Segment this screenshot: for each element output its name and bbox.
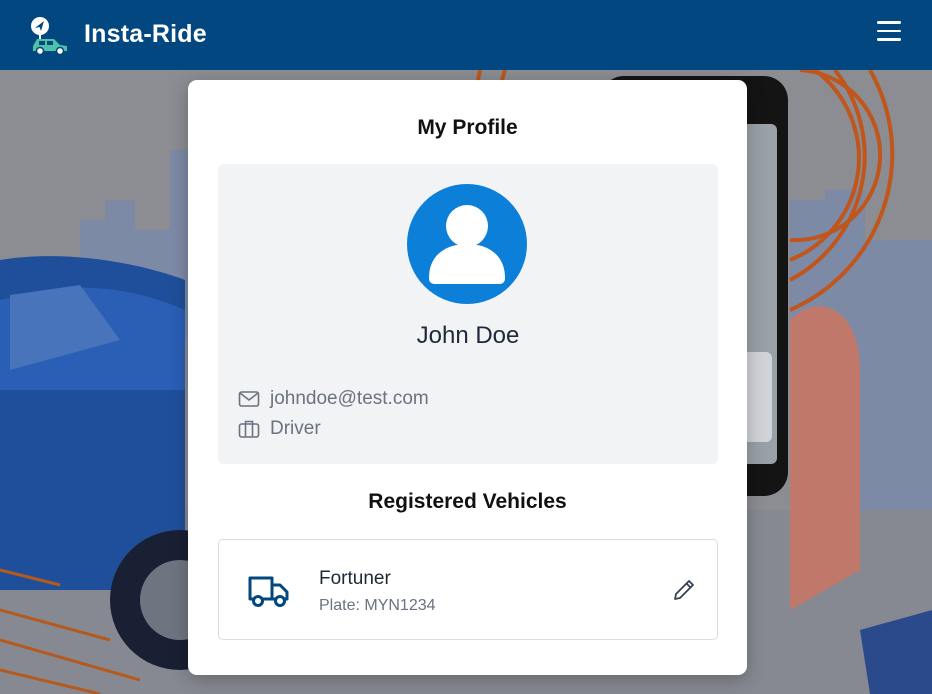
- truck-icon: [247, 570, 291, 610]
- email-row: johndoe@test.com: [238, 388, 429, 410]
- app-header: Insta-Ride: [0, 0, 932, 70]
- vehicle-name: Fortuner: [319, 568, 391, 589]
- profile-card: My Profile John Doe johndoe@test.com Dri…: [188, 80, 747, 675]
- user-avatar-icon: [407, 184, 527, 304]
- vehicle-plate: Plate: MYN1234: [319, 597, 436, 614]
- profile-panel: John Doe johndoe@test.com Driver: [218, 164, 718, 464]
- vehicles-heading: Registered Vehicles: [368, 490, 567, 513]
- profile-role: Driver: [270, 418, 321, 439]
- hamburger-menu-icon[interactable]: [877, 21, 903, 43]
- app-brand[interactable]: Insta-Ride: [84, 20, 207, 49]
- profile-heading: My Profile: [417, 116, 518, 139]
- car-location-icon[interactable]: [29, 16, 69, 56]
- vehicle-item[interactable]: Fortuner Plate: MYN1234: [218, 539, 718, 640]
- profile-email: johndoe@test.com: [270, 388, 429, 409]
- pencil-icon[interactable]: [671, 577, 697, 603]
- profile-name: John Doe: [416, 322, 520, 349]
- mail-icon: [238, 388, 260, 410]
- briefcase-icon: [238, 418, 260, 440]
- role-row: Driver: [238, 418, 321, 440]
